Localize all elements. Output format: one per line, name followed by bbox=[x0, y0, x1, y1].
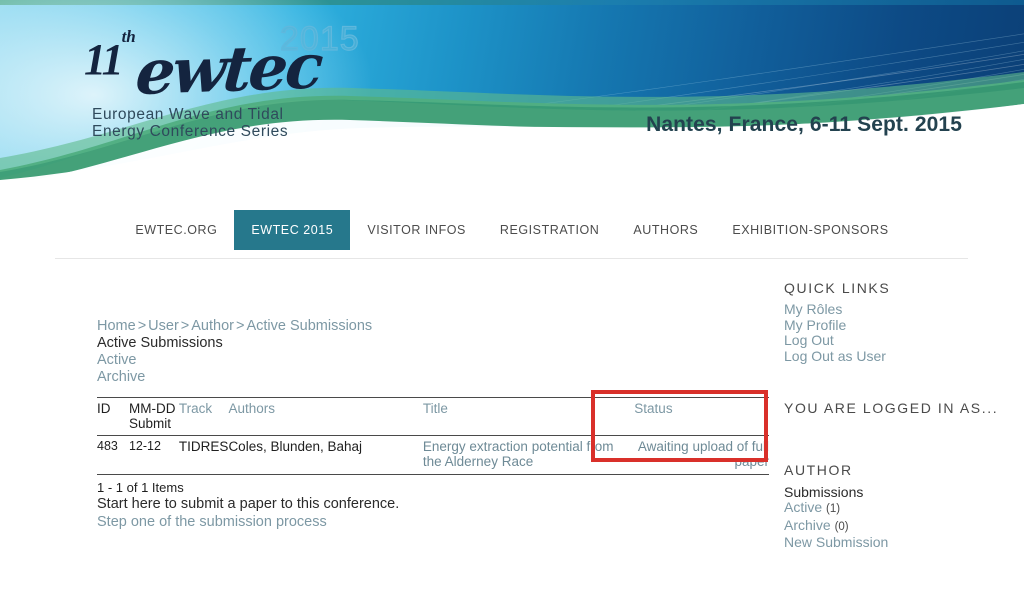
column-header-date-line1: MM-DD bbox=[128, 401, 176, 416]
cell-title[interactable]: Energy extraction potential from the Ald… bbox=[422, 435, 635, 475]
main-content: Home > User > Author > Active Submissions Acti… bbox=[97, 318, 769, 531]
banner-fiber-lines-decoration bbox=[463, 33, 1024, 164]
logo-ordinal: 11th bbox=[84, 27, 136, 84]
column-header-id[interactable]: ID bbox=[97, 397, 129, 436]
breadcrumb-item-user[interactable]: User bbox=[148, 318, 179, 334]
right-sidebar: QUICK LINKS My Rôles My Profile Log Out … bbox=[784, 280, 1014, 551]
logged-in-block: YOU ARE LOGGED IN AS... bbox=[784, 400, 1014, 416]
nav-item-exhibition-sponsors[interactable]: EXHIBITION-SPONSORS bbox=[715, 210, 905, 250]
quick-links-block: QUICK LINKS My Rôles My Profile Log Out … bbox=[784, 280, 1014, 364]
conference-location-date: Nantes, France, 6-11 Sept. 2015 bbox=[646, 113, 962, 136]
main-navigation: EWTEC.ORG EWTEC 2015 VISITOR INFOS REGIS… bbox=[0, 210, 1024, 250]
submissions-table: ID MM-DD Submit Track Authors Title Stat… bbox=[97, 397, 769, 475]
sidebar-item-my-roles[interactable]: My Rôles bbox=[784, 301, 1014, 318]
column-header-title[interactable]: Title bbox=[422, 397, 635, 436]
cell-authors: Coles, Blunden, Bahaj bbox=[228, 435, 423, 475]
nav-item-authors[interactable]: AUTHORS bbox=[616, 210, 715, 250]
table-body: 483 12-12 TIDRES Coles, Blunden, Bahaj E… bbox=[97, 435, 769, 475]
sidebar-item-author-active[interactable]: Active (1) bbox=[784, 499, 1014, 518]
sidebar-item-author-archive-label: Archive bbox=[784, 516, 831, 533]
table-row: 483 12-12 TIDRES Coles, Blunden, Bahaj E… bbox=[97, 435, 769, 475]
logo-tagline-line2: Energy Conference Series bbox=[92, 123, 289, 140]
breadcrumb-separator: > bbox=[180, 318, 190, 334]
author-block: AUTHOR Submissions Active (1) Archive (0… bbox=[784, 462, 1014, 551]
tab-archive[interactable]: Archive bbox=[97, 369, 769, 386]
author-heading: AUTHOR bbox=[784, 462, 853, 478]
breadcrumb-item-active-submissions[interactable]: Active Submissions bbox=[246, 318, 372, 334]
sidebar-item-author-archive[interactable]: Archive (0) bbox=[784, 516, 1014, 536]
cell-id: 483 bbox=[97, 435, 129, 475]
logo-tagline-line1: European Wave and Tidal bbox=[92, 106, 284, 123]
column-header-authors[interactable]: Authors bbox=[228, 397, 423, 436]
breadcrumb-item-author[interactable]: Author bbox=[191, 318, 234, 334]
banner-top-strip bbox=[0, 0, 1024, 5]
ewtec-logo: 2015 11th ewtec European Wave and Tidal … bbox=[84, 12, 374, 140]
cell-status[interactable]: Awaiting upload of full paper bbox=[634, 435, 769, 475]
breadcrumb-item-home[interactable]: Home bbox=[97, 318, 136, 334]
nav-divider bbox=[55, 258, 968, 259]
table-header-row: ID MM-DD Submit Track Authors Title Stat… bbox=[97, 397, 769, 436]
sidebar-item-my-profile[interactable]: My Profile bbox=[784, 317, 1014, 334]
logo-wordmark: ewtec bbox=[133, 29, 323, 109]
nav-item-ewtec-2015[interactable]: EWTEC 2015 bbox=[234, 210, 351, 250]
sidebar-item-author-active-label: Active bbox=[784, 499, 823, 515]
column-header-status[interactable]: Status bbox=[634, 397, 769, 436]
sidebar-item-author-active-count: (1) bbox=[826, 503, 841, 515]
site-banner: 2015 11th ewtec European Wave and Tidal … bbox=[0, 0, 1024, 180]
table-header: ID MM-DD Submit Track Authors Title Stat… bbox=[97, 397, 769, 436]
logo-tagline: European Wave and Tidal Energy Conferenc… bbox=[92, 106, 288, 140]
sidebar-item-log-out[interactable]: Log Out bbox=[784, 332, 1014, 349]
page-title: Active Submissions bbox=[97, 335, 223, 351]
nav-item-registration[interactable]: REGISTRATION bbox=[483, 210, 616, 250]
breadcrumb: Home > User > Author > Active Submissions bbox=[97, 318, 769, 335]
column-header-date-line2: Submit bbox=[128, 416, 171, 431]
column-header-track[interactable]: Track bbox=[178, 397, 229, 436]
start-submission-text: Start here to submit a paper to this con… bbox=[97, 496, 400, 512]
cell-date: 12-12 bbox=[128, 435, 179, 475]
author-submissions-label: Submissions bbox=[784, 484, 864, 500]
column-header-date-submit[interactable]: MM-DD Submit bbox=[128, 397, 179, 436]
quick-links-heading: QUICK LINKS bbox=[784, 280, 891, 296]
nav-item-ewtec-org[interactable]: EWTEC.ORG bbox=[118, 210, 234, 250]
items-count: 1 - 1 of 1 Items bbox=[97, 480, 184, 495]
start-submission-link[interactable]: Step one of the submission process bbox=[97, 513, 769, 531]
logged-in-heading: YOU ARE LOGGED IN AS... bbox=[784, 400, 999, 416]
sidebar-item-log-out-as-user[interactable]: Log Out as User bbox=[784, 348, 1014, 365]
tab-active[interactable]: Active bbox=[97, 352, 769, 369]
sidebar-item-new-submission[interactable]: New Submission bbox=[784, 534, 1014, 551]
breadcrumb-separator: > bbox=[235, 318, 245, 334]
cell-track: TIDRES bbox=[178, 435, 229, 475]
sidebar-item-author-archive-count: (0) bbox=[834, 520, 849, 533]
breadcrumb-separator: > bbox=[137, 318, 147, 334]
nav-item-visitor-infos[interactable]: VISITOR INFOS bbox=[350, 210, 483, 250]
